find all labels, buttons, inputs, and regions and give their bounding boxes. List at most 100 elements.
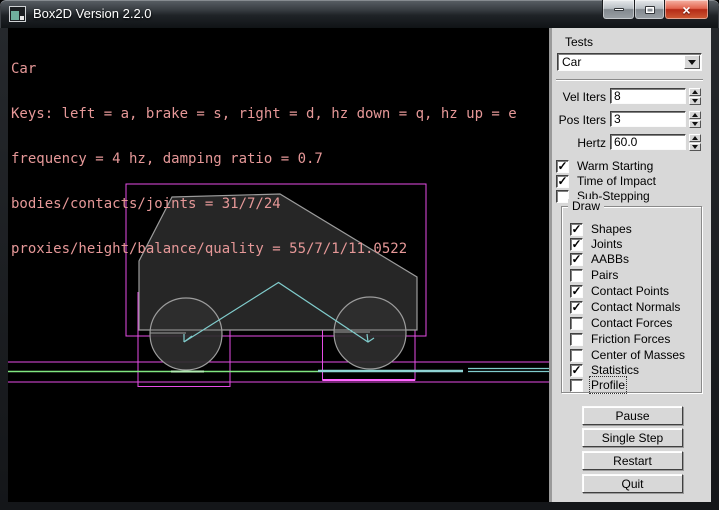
checkbox-box[interactable]: ✓ (570, 301, 583, 314)
check-icon: ✓ (557, 176, 567, 187)
checkbox-contact-points[interactable]: ✓ Contact Points (570, 284, 669, 298)
restart-button[interactable]: Restart (582, 451, 683, 470)
checkbox-box[interactable]: ✓ (556, 175, 569, 188)
checkbox-warm-starting[interactable]: ✓ Warm Starting (556, 159, 653, 173)
checkbox-box[interactable]: ✓ (570, 223, 583, 236)
arrow-down-icon (692, 99, 698, 103)
checkbox-label: Contact Forces (591, 316, 672, 330)
stats-line-test-name: Car (11, 62, 517, 77)
checkbox-label: Joints (591, 237, 622, 251)
checkbox-label: Contact Points (591, 284, 669, 298)
checkbox-box[interactable]: ✓ (556, 160, 569, 173)
checkbox-label: Time of Impact (577, 174, 656, 188)
hertz-row: Hertz (552, 134, 714, 152)
title-bar[interactable]: Box2D Version 2.2.0 × (0, 0, 719, 28)
left-wheel-circle (150, 298, 222, 370)
checkbox-box[interactable]: ✓ (570, 333, 583, 346)
checkbox-box[interactable]: ✓ (570, 253, 583, 266)
checkbox-contact-normals[interactable]: ✓ Contact Normals (570, 300, 680, 314)
minimize-button[interactable] (602, 0, 635, 20)
pause-button[interactable]: Pause (582, 406, 683, 425)
checkbox-shapes[interactable]: ✓ Shapes (570, 222, 632, 236)
hertz-label: Hertz (552, 136, 606, 150)
check-icon: ✓ (571, 224, 581, 235)
vel-iters-input[interactable] (610, 88, 686, 104)
tests-dropdown[interactable]: Car (557, 53, 702, 71)
checkbox-friction-forces[interactable]: ✓ Friction Forces (570, 332, 670, 346)
separator (556, 79, 703, 81)
app-icon (9, 6, 26, 22)
statistics-text: Car Keys: left = a, brake = s, right = d… (11, 32, 517, 287)
draw-group-title: Draw (568, 199, 604, 213)
checkbox-box[interactable]: ✓ (570, 364, 583, 377)
checkbox-label: Pairs (591, 268, 618, 282)
window-content: Car Keys: left = a, brake = s, right = d… (8, 28, 711, 502)
hertz-spinner (689, 134, 701, 151)
quit-button[interactable]: Quit (582, 474, 683, 493)
check-icon: ✓ (571, 302, 581, 313)
tests-dropdown-button[interactable] (684, 55, 700, 69)
check-icon: ✓ (557, 161, 567, 172)
chevron-down-icon (688, 60, 696, 65)
pos-iters-row: Pos Iters (552, 111, 714, 129)
close-button[interactable]: × (664, 0, 709, 20)
checkbox-label: Shapes (591, 222, 632, 236)
checkbox-pairs[interactable]: ✓ Pairs (570, 268, 618, 282)
checkbox-label: Statistics (591, 363, 639, 377)
checkbox-box[interactable]: ✓ (570, 269, 583, 282)
arrow-down-icon (692, 122, 698, 126)
spinner-up-button[interactable] (689, 134, 701, 142)
spinner-up-button[interactable] (689, 88, 701, 96)
pos-iters-input[interactable] (610, 111, 686, 127)
checkbox-label: Profile (591, 378, 625, 392)
checkbox-label: Friction Forces (591, 332, 670, 346)
checkbox-contact-forces[interactable]: ✓ Contact Forces (570, 316, 672, 330)
checkbox-label: Contact Normals (591, 300, 680, 314)
check-icon: ✓ (571, 239, 581, 250)
arrow-up-icon (692, 136, 698, 140)
maximize-icon (645, 6, 655, 14)
maximize-button[interactable] (634, 0, 665, 20)
simulation-canvas[interactable]: Car Keys: left = a, brake = s, right = d… (8, 28, 549, 502)
single-step-button[interactable]: Single Step (582, 428, 683, 447)
vel-iters-spinner (689, 88, 701, 105)
checkbox-statistics[interactable]: ✓ Statistics (570, 363, 639, 377)
spinner-down-button[interactable] (689, 97, 701, 105)
checkbox-label: Warm Starting (577, 159, 653, 173)
arrow-up-icon (692, 113, 698, 117)
stats-line-proxies: proxies/height/balance/quality = 55/7/1/… (11, 242, 517, 257)
hertz-input[interactable] (610, 134, 686, 150)
control-panel: Tests Car Vel Iters Pos Iters (549, 28, 711, 502)
checkbox-joints[interactable]: ✓ Joints (570, 237, 622, 251)
window-controls: × (603, 0, 709, 20)
checkbox-time-of-impact[interactable]: ✓ Time of Impact (556, 174, 656, 188)
draw-group: Draw ✓ Shapes ✓ Joints ✓ AABBs ✓ Pairs (561, 206, 702, 393)
arrow-up-icon (692, 90, 698, 94)
stats-line-keys: Keys: left = a, brake = s, right = d, hz… (11, 107, 517, 122)
window-title: Box2D Version 2.2.0 (33, 6, 152, 21)
spinner-up-button[interactable] (689, 111, 701, 119)
checkbox-profile[interactable]: ✓ Profile (570, 378, 625, 392)
vel-iters-row: Vel Iters (552, 88, 714, 106)
pos-iters-spinner (689, 111, 701, 128)
minimize-icon (614, 8, 624, 11)
checkbox-center-of-masses[interactable]: ✓ Center of Masses (570, 348, 685, 362)
tests-label: Tests (565, 35, 593, 49)
spinner-down-button[interactable] (689, 143, 701, 151)
checkbox-box[interactable]: ✓ (570, 349, 583, 362)
arrow-down-icon (692, 145, 698, 149)
pos-iters-label: Pos Iters (552, 113, 606, 127)
check-icon: ✓ (571, 254, 581, 265)
right-wheel-circle (334, 297, 406, 369)
close-icon: × (682, 3, 690, 17)
spinner-down-button[interactable] (689, 120, 701, 128)
checkbox-box[interactable]: ✓ (570, 238, 583, 251)
checkbox-box[interactable]: ✓ (570, 379, 583, 392)
check-icon: ✓ (571, 365, 581, 376)
checkbox-aabbs[interactable]: ✓ AABBs (570, 252, 629, 266)
vel-iters-label: Vel Iters (552, 90, 606, 104)
stats-line-bodies: bodies/contacts/joints = 31/7/24 (11, 197, 517, 212)
checkbox-box[interactable]: ✓ (570, 285, 583, 298)
app-window: Box2D Version 2.2.0 × (0, 0, 719, 510)
checkbox-box[interactable]: ✓ (570, 317, 583, 330)
